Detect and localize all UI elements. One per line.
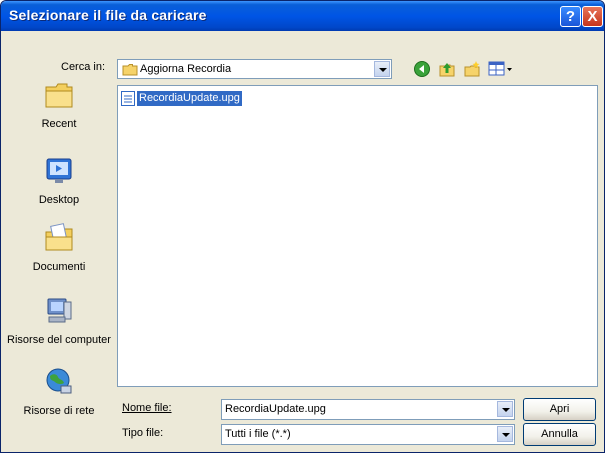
file-name: RecordiaUpdate.upg	[137, 91, 242, 106]
view-menu-icon[interactable]	[488, 60, 514, 78]
up-folder-icon[interactable]	[438, 60, 456, 78]
desktop-icon	[46, 158, 72, 183]
place-desktop[interactable]: Desktop	[7, 156, 111, 206]
folder-icon	[122, 64, 138, 76]
filename-dropdown-button[interactable]	[497, 401, 513, 417]
filetype-label-text: Tipo file:	[122, 427, 164, 439]
look-in-dropdown-button[interactable]	[374, 61, 390, 77]
places-bar: Recent Desktop Documenti Risorse del com…	[7, 80, 111, 426]
look-in-combo[interactable]: Aggiorna Recordia	[117, 59, 392, 79]
open-button[interactable]: Apri	[523, 398, 596, 421]
window-title: Selezionare il file da caricare	[9, 7, 207, 23]
place-recent[interactable]: Recent	[7, 80, 111, 130]
network-icon	[46, 368, 72, 394]
filename-value: RecordiaUpdate.upg	[225, 403, 326, 415]
help-button[interactable]: ?	[560, 6, 581, 27]
place-label: Risorse di rete	[23, 405, 95, 417]
close-button[interactable]: X	[582, 6, 603, 27]
place-computer[interactable]: Risorse del computer	[7, 296, 111, 346]
filename-label: Nome file:	[122, 402, 172, 414]
filetype-label: Tipo file:	[122, 427, 163, 439]
filetype-combo[interactable]: Tutti i file (*.*)	[221, 424, 515, 445]
back-icon[interactable]	[413, 60, 431, 78]
filetype-dropdown-button[interactable]	[497, 426, 513, 442]
open-button-label: Apri	[549, 403, 570, 415]
place-documents[interactable]: Documenti	[7, 223, 111, 273]
place-label: Recent	[41, 118, 77, 130]
computer-icon	[47, 298, 72, 323]
look-in-label: Cerca in:	[61, 61, 106, 73]
filetype-value: Tutti i file (*.*)	[225, 428, 291, 440]
cancel-button[interactable]: Annulla	[523, 423, 596, 446]
help-icon: ?	[565, 8, 576, 25]
cancel-button-label: Annulla	[541, 428, 578, 440]
filename-label-text: Nome file:	[122, 402, 172, 414]
file-icon	[121, 91, 135, 106]
documents-icon	[45, 223, 73, 251]
new-folder-icon[interactable]	[463, 60, 481, 78]
place-label: Desktop	[38, 194, 80, 206]
file-list[interactable]: RecordiaUpdate.upg	[117, 85, 598, 387]
close-icon: X	[587, 8, 598, 25]
place-label: Risorse del computer	[7, 334, 111, 346]
look-in-value: Aggiorna Recordia	[140, 63, 232, 75]
file-open-dialog: Selezionare il file da caricare ? X Cerc…	[0, 0, 605, 453]
title-bar[interactable]: Selezionare il file da caricare ? X	[1, 1, 604, 31]
recent-folder-icon	[45, 83, 73, 108]
place-label: Documenti	[32, 261, 86, 273]
place-network[interactable]: Risorse di rete	[7, 367, 111, 417]
filename-input[interactable]: RecordiaUpdate.upg	[221, 399, 515, 420]
